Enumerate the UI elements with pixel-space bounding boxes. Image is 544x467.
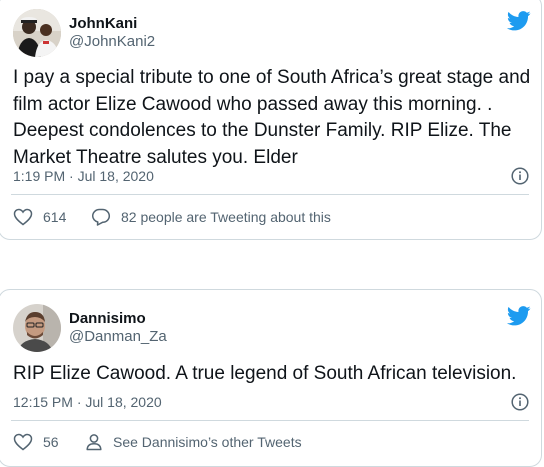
like-button[interactable]: 614: [13, 208, 66, 226]
display-name[interactable]: Dannisimo: [69, 310, 146, 327]
twitter-bird-icon[interactable]: [507, 11, 531, 31]
tweet-card-dannisimo[interactable]: Dannisimo @Danman_Za RIP Elize Cawood. A…: [0, 289, 542, 467]
twitter-bird-icon[interactable]: [507, 306, 531, 326]
comment-icon: [91, 208, 111, 226]
tweet-text: I pay a special tribute to one of South …: [13, 67, 531, 168]
tweet-text: RIP Elize Cawood. A true legend of South…: [13, 363, 517, 384]
other-tweets-link[interactable]: See Dannisimo’s other Tweets: [85, 433, 302, 451]
avatar[interactable]: [13, 9, 61, 57]
like-count: 614: [43, 209, 67, 225]
info-icon[interactable]: [511, 167, 529, 185]
tweet-timestamp[interactable]: 1:19 PM · Jul 18, 2020: [13, 168, 154, 184]
display-name[interactable]: JohnKani: [69, 15, 137, 32]
heart-icon: [13, 208, 33, 226]
user-handle[interactable]: @JohnKani2: [69, 33, 155, 50]
like-button[interactable]: 56: [13, 433, 59, 451]
tweeting-about-text: 82 people are Tweeting about this: [121, 209, 331, 225]
divider: [11, 194, 529, 195]
other-tweets-text: See Dannisimo’s other Tweets: [113, 434, 302, 450]
info-icon[interactable]: [511, 393, 529, 411]
tweet-timestamp[interactable]: 12:15 PM · Jul 18, 2020: [13, 394, 162, 410]
tweeting-about-link[interactable]: 82 people are Tweeting about this: [91, 208, 331, 226]
divider: [11, 420, 529, 421]
user-handle[interactable]: @Danman_Za: [69, 328, 167, 345]
like-count: 56: [43, 434, 59, 450]
person-icon: [86, 434, 102, 451]
tweet-card-johnkani[interactable]: JohnKani @JohnKani2 I pay a special trib…: [0, 0, 542, 240]
avatar[interactable]: [13, 304, 61, 352]
heart-icon: [13, 433, 33, 451]
